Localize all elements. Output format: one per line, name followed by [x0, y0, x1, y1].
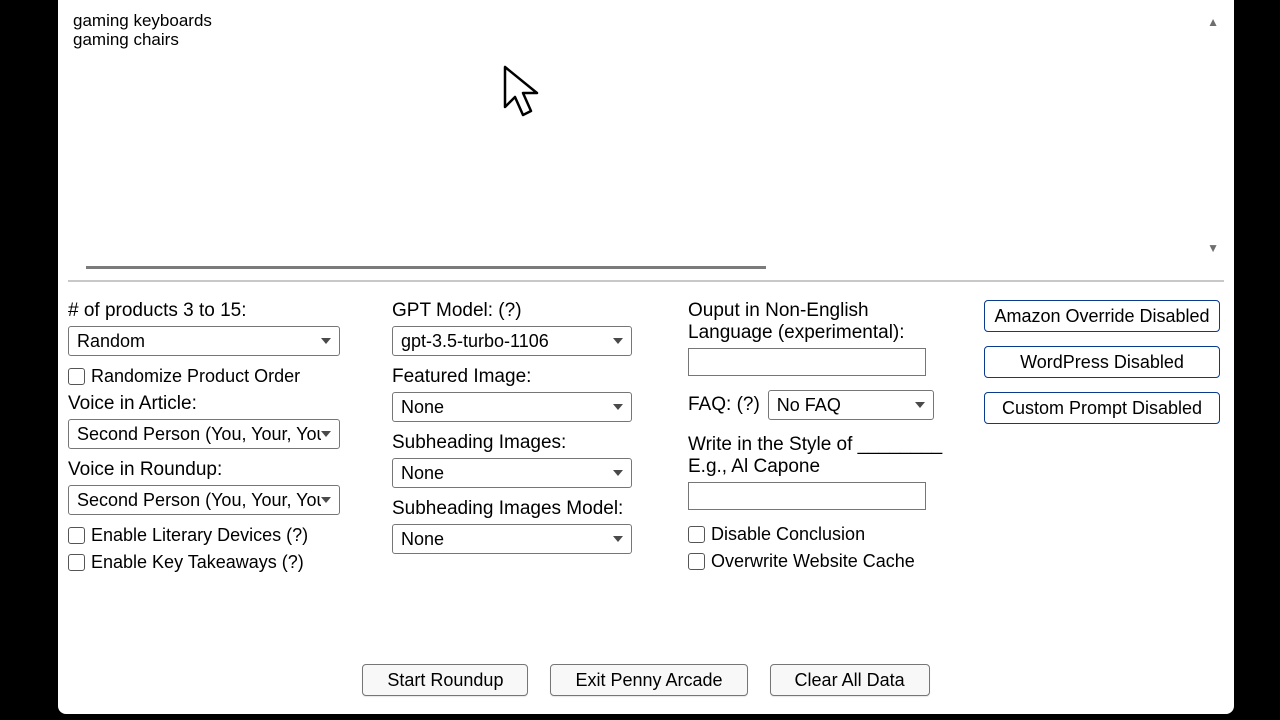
start-roundup-button[interactable]: Start Roundup — [362, 664, 528, 696]
randomize-label: Randomize Product Order — [91, 366, 300, 387]
chevron-down-icon — [915, 402, 925, 408]
chevron-down-icon — [321, 431, 331, 437]
products-dropdown[interactable]: Random — [68, 326, 340, 356]
featured-image-value: None — [401, 397, 613, 418]
main-panel: gaming keyboards gaming chairs ▲ ▼ # of … — [58, 0, 1234, 714]
randomize-checkbox-row[interactable]: Randomize Product Order — [68, 366, 368, 387]
randomize-checkbox[interactable] — [68, 368, 85, 385]
voice-article-label: Voice in Article: — [68, 393, 368, 415]
faq-value: No FAQ — [777, 395, 915, 416]
exit-button[interactable]: Exit Penny Arcade — [550, 664, 747, 696]
subheading-model-label: Subheading Images Model: — [392, 498, 672, 520]
bottom-bar: Start Roundup Exit Penny Arcade Clear Al… — [58, 664, 1234, 696]
disable-conclusion-label: Disable Conclusion — [711, 524, 865, 545]
faq-label: FAQ: (?) — [688, 394, 760, 416]
takeaways-checkbox[interactable] — [68, 554, 85, 571]
products-value: Random — [77, 331, 321, 352]
clear-data-label: Clear All Data — [795, 670, 905, 691]
language-input[interactable] — [688, 348, 926, 376]
language-label: Ouput in Non-English Language (experimen… — [688, 300, 948, 344]
chevron-down-icon — [321, 497, 331, 503]
divider — [68, 280, 1224, 282]
clear-data-button[interactable]: Clear All Data — [770, 664, 930, 696]
amazon-override-label: Amazon Override Disabled — [994, 306, 1209, 327]
exit-label: Exit Penny Arcade — [575, 670, 722, 691]
keywords-text: gaming keyboards gaming chairs — [71, 11, 1221, 267]
subheading-images-label: Subheading Images: — [392, 432, 672, 454]
subheading-images-value: None — [401, 463, 613, 484]
overwrite-cache-label: Overwrite Website Cache — [711, 551, 915, 572]
wordpress-button[interactable]: WordPress Disabled — [984, 346, 1220, 378]
literary-checkbox-row[interactable]: Enable Literary Devices (?) — [68, 525, 368, 546]
amazon-override-button[interactable]: Amazon Override Disabled — [984, 300, 1220, 332]
voice-article-value: Second Person (You, Your, Yours) — [77, 424, 321, 445]
wordpress-label: WordPress Disabled — [1020, 352, 1184, 373]
disable-conclusion-row[interactable]: Disable Conclusion — [688, 524, 968, 545]
literary-label: Enable Literary Devices (?) — [91, 525, 308, 546]
horizontal-scroll-thumb[interactable] — [86, 266, 766, 269]
chevron-down-icon — [613, 470, 623, 476]
scroll-down-icon[interactable]: ▼ — [1207, 241, 1219, 255]
column-1: # of products 3 to 15: Random Randomize … — [68, 300, 368, 579]
disable-conclusion-checkbox[interactable] — [688, 526, 705, 543]
style-label-2: E.g., Al Capone — [688, 456, 968, 478]
column-3: Ouput in Non-English Language (experimen… — [688, 300, 968, 578]
subheading-model-dropdown[interactable]: None — [392, 524, 632, 554]
voice-roundup-dropdown[interactable]: Second Person (You, Your, Yours) — [68, 485, 340, 515]
literary-checkbox[interactable] — [68, 527, 85, 544]
custom-prompt-button[interactable]: Custom Prompt Disabled — [984, 392, 1220, 424]
subheading-model-value: None — [401, 529, 613, 550]
keywords-textarea[interactable]: gaming keyboards gaming chairs ▲ ▼ — [70, 2, 1222, 260]
overwrite-cache-checkbox[interactable] — [688, 553, 705, 570]
products-label: # of products 3 to 15: — [68, 300, 368, 322]
custom-prompt-label: Custom Prompt Disabled — [1002, 398, 1202, 419]
chevron-down-icon — [613, 536, 623, 542]
chevron-down-icon — [613, 404, 623, 410]
chevron-down-icon — [613, 338, 623, 344]
gpt-model-label: GPT Model: (?) — [392, 300, 672, 322]
faq-dropdown[interactable]: No FAQ — [768, 390, 934, 420]
featured-image-dropdown[interactable]: None — [392, 392, 632, 422]
column-2: GPT Model: (?) gpt-3.5-turbo-1106 Featur… — [392, 300, 672, 564]
scroll-up-icon[interactable]: ▲ — [1207, 15, 1219, 29]
subheading-images-dropdown[interactable]: None — [392, 458, 632, 488]
takeaways-label: Enable Key Takeaways (?) — [91, 552, 304, 573]
voice-article-dropdown[interactable]: Second Person (You, Your, Yours) — [68, 419, 340, 449]
voice-roundup-label: Voice in Roundup: — [68, 459, 368, 481]
gpt-model-dropdown[interactable]: gpt-3.5-turbo-1106 — [392, 326, 632, 356]
gpt-model-value: gpt-3.5-turbo-1106 — [401, 331, 613, 352]
voice-roundup-value: Second Person (You, Your, Yours) — [77, 490, 321, 511]
chevron-down-icon — [321, 338, 331, 344]
column-4: Amazon Override Disabled WordPress Disab… — [984, 300, 1224, 438]
style-input[interactable] — [688, 482, 926, 510]
form-area: # of products 3 to 15: Random Randomize … — [68, 300, 1224, 600]
featured-image-label: Featured Image: — [392, 366, 672, 388]
style-label-1: Write in the Style of ________ — [688, 434, 968, 456]
start-roundup-label: Start Roundup — [387, 670, 503, 691]
overwrite-cache-row[interactable]: Overwrite Website Cache — [688, 551, 968, 572]
takeaways-checkbox-row[interactable]: Enable Key Takeaways (?) — [68, 552, 368, 573]
